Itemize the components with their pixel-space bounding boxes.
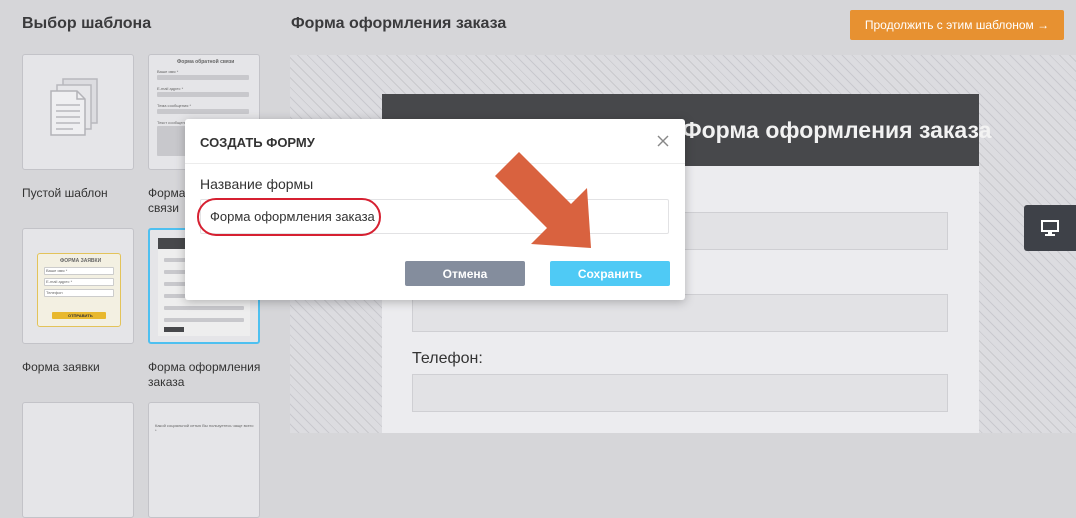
desktop-monitor-icon [1041, 220, 1059, 236]
device-toggle-button[interactable] [1024, 205, 1076, 251]
thumb-field-label: E-mail адрес * [157, 86, 184, 91]
template-application[interactable]: ФОРМА ЗАЯВКИ Ваше имя * E-mail адрес * Т… [22, 228, 134, 344]
continue-with-template-button[interactable]: Продолжить с этим шаблоном → [850, 10, 1064, 40]
dialog-title: СОЗДАТЬ ФОРМУ [200, 135, 315, 150]
thumb-title: Форма обратной связи [177, 59, 235, 65]
template-survey[interactable]: Какой социальной сетью Вы пользуетесь ча… [148, 402, 260, 518]
thumb-field-label: Тема сообщения * [157, 103, 192, 108]
thumb-field-label: Ваше имя * [157, 69, 179, 74]
close-icon[interactable] [655, 133, 671, 149]
thumb-field-label: Ваше имя * [46, 268, 68, 273]
form-name-input[interactable] [200, 199, 669, 234]
preview-title: Форма оформления заказа [682, 117, 992, 143]
thumb-field [164, 306, 244, 310]
thumb-field [157, 92, 249, 97]
template-5[interactable] [22, 402, 134, 518]
thumb-title: ФОРМА ЗАЯВКИ [60, 258, 102, 264]
thumb-field-label: E-mail адрес * [46, 279, 73, 284]
thumb-field [157, 109, 249, 114]
page-title: Форма оформления заказа [291, 15, 507, 32]
save-button[interactable]: Сохранить [550, 261, 670, 286]
dialog-divider [185, 163, 685, 164]
thumb-submit-label: ОТПРАВИТЬ [68, 313, 93, 318]
thumb-submit: ОТПРАВИТЬ [52, 312, 106, 319]
template-label-order: Форма оформления заказа [148, 360, 261, 389]
form-name-label: Название формы [200, 176, 314, 192]
preview-phone-label: Телефон: [412, 350, 483, 367]
panel-title: Выбор шаблона [22, 15, 152, 32]
document-pages-icon [50, 78, 98, 136]
thumb-field [157, 75, 249, 80]
thumb-field-label: Телефон [46, 290, 63, 295]
thumb-field [164, 318, 244, 322]
template-label-blank: Пустой шаблон [22, 186, 108, 200]
cancel-button[interactable]: Отмена [405, 261, 525, 286]
template-blank[interactable] [22, 54, 134, 170]
preview-phone-field [412, 374, 948, 412]
thumb-submit [164, 327, 184, 332]
thumb-card: ФОРМА ЗАЯВКИ Ваше имя * E-mail адрес * Т… [37, 253, 121, 327]
create-form-dialog: СОЗДАТЬ ФОРМУ Название формы Отмена Сохр… [185, 119, 685, 300]
template-label-application: Форма заявки [22, 360, 100, 374]
thumb-question: Какой социальной сетью Вы пользуетесь ча… [155, 423, 254, 433]
